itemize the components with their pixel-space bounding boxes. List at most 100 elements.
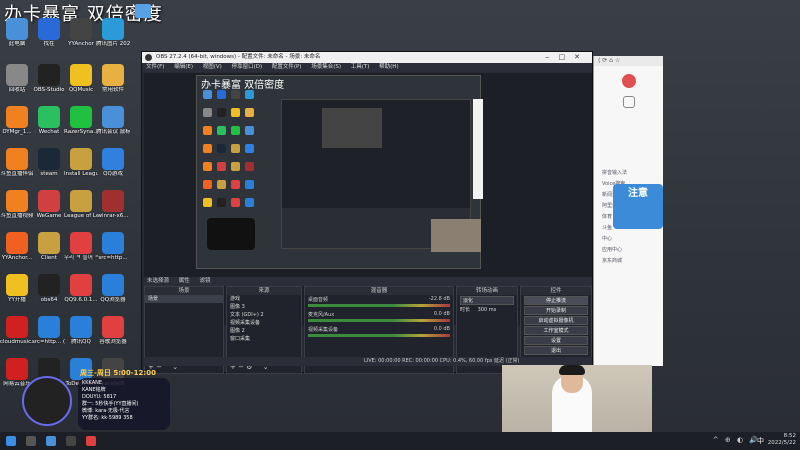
desktop-icon-label: 腾讯会议 鼠标点击 bbox=[96, 129, 130, 135]
desktop-icon[interactable]: DYMgr_1... bbox=[0, 106, 34, 135]
nested-app-icon bbox=[203, 126, 212, 135]
menu-edit[interactable]: 编辑(E) bbox=[174, 64, 193, 70]
desktop-icon-label: YYAnchor bbox=[68, 41, 94, 47]
studio-mode-button[interactable]: 工作室模式 bbox=[524, 326, 588, 335]
nested-app-icon bbox=[217, 198, 226, 207]
source-item[interactable]: 游戏 bbox=[227, 295, 301, 303]
browser-menu-item[interactable]: 应用中心 bbox=[594, 245, 663, 256]
duration-input[interactable]: 300 ms bbox=[478, 307, 497, 313]
menu-scene-collection[interactable]: 场景集合(S) bbox=[311, 64, 341, 70]
desktop-icon[interactable]: 找茬 bbox=[32, 18, 66, 47]
clock[interactable]: 8:52 2022/5/22 bbox=[768, 433, 796, 447]
desktop-icon[interactable]: steam bbox=[32, 148, 66, 177]
menu-profile[interactable]: 配置文件(P) bbox=[272, 64, 302, 70]
properties-button[interactable]: 属性 bbox=[179, 278, 190, 284]
search-icon[interactable] bbox=[26, 436, 36, 446]
desktop-icon[interactable]: Install League... bbox=[64, 148, 98, 177]
desktop-icon[interactable]: cloudmusic... bbox=[0, 316, 34, 345]
browser-taskbar-icon[interactable] bbox=[86, 436, 96, 446]
desktop-icon[interactable]: src=http... (1) bbox=[32, 316, 66, 345]
desktop-icon[interactable]: 谷歌浏览器 bbox=[96, 316, 130, 345]
desktop-icon[interactable]: Client bbox=[32, 232, 66, 261]
menu-tools[interactable]: 工具(T) bbox=[351, 64, 370, 70]
filters-button[interactable]: 滤镜 bbox=[200, 278, 211, 284]
desktop-icon[interactable]: QQ9.6.0.1... bbox=[64, 274, 98, 303]
source-item[interactable]: 图像 3 bbox=[227, 303, 301, 311]
desktop-icon[interactable]: winrar-x6... bbox=[96, 190, 130, 219]
desktop-icon[interactable]: WeGame bbox=[32, 190, 66, 219]
desktop-icon[interactable]: 우리 ㅋ 들어 ㅋ bbox=[64, 232, 98, 261]
mixer-channel: 桌面音频 -22.8 dB bbox=[305, 295, 453, 310]
stop-streaming-button[interactable]: 停止推流 bbox=[524, 296, 588, 305]
taskbar: ^ ⊕ ◐ 🔊 中 8:52 2022/5/22 bbox=[0, 432, 800, 450]
desktop-icon-label: 腾讯QQ bbox=[71, 339, 91, 345]
desktop-icon-label: cloudmusic... bbox=[0, 339, 34, 345]
app-icon bbox=[6, 148, 28, 170]
desktop-icon-label: 回收站 bbox=[8, 87, 26, 93]
mixer-channel-db: 0.0 dB bbox=[433, 326, 450, 332]
volume-meter[interactable] bbox=[308, 319, 450, 322]
desktop-icon[interactable]: QQ浏览器 bbox=[96, 274, 130, 303]
desktop-icon[interactable]: 常用软件 bbox=[96, 64, 130, 93]
transition-select[interactable]: 淡化 bbox=[460, 296, 514, 305]
desktop-icon[interactable]: 腾讯QQ bbox=[64, 316, 98, 345]
desktop-icon[interactable]: OBS-Studio bbox=[32, 64, 66, 93]
desktop-icon-label: 此电脑 bbox=[8, 41, 26, 47]
start-recording-button[interactable]: 开始录制 bbox=[524, 306, 588, 315]
volume-meter[interactable] bbox=[308, 334, 450, 337]
desktop-icon[interactable]: QQ游戏 bbox=[96, 148, 130, 177]
virtual-camera-button[interactable]: 启动虚拟摄像机 bbox=[524, 316, 588, 325]
file-explorer-icon[interactable] bbox=[46, 436, 56, 446]
desktop-icon[interactable]: YYAnchor bbox=[64, 18, 98, 47]
source-item[interactable]: 文本 (GDI+) 2 bbox=[227, 311, 301, 319]
transition-duration-row: 时长 300 ms bbox=[457, 306, 517, 314]
browser-menu-item[interactable]: 京东商城 bbox=[594, 256, 663, 267]
desktop-icon-label: 常用软件 bbox=[101, 87, 124, 93]
source-item[interactable]: 窗口采集 bbox=[227, 335, 301, 343]
tray-icons[interactable]: ^ ⊕ ◐ 🔊 bbox=[713, 436, 760, 444]
nested-app-icon bbox=[245, 108, 254, 117]
browser-menu-item[interactable]: 拼音输入法 bbox=[594, 168, 663, 179]
desktop-icon[interactable]: Wechat bbox=[32, 106, 66, 135]
obs-taskbar-icon[interactable] bbox=[66, 436, 76, 446]
desktop-icon-label: winrar-x6... bbox=[97, 213, 129, 219]
settings-button[interactable]: 设置 bbox=[524, 336, 588, 345]
desktop-icon[interactable]: 腾讯会议 鼠标点击 bbox=[96, 106, 130, 135]
desktop-icon[interactable]: src=http... bbox=[96, 232, 130, 261]
volume-meter[interactable] bbox=[308, 304, 450, 307]
menu-docks[interactable]: 停靠窗口(D) bbox=[232, 64, 263, 70]
menu-help[interactable]: 帮助(H) bbox=[379, 64, 398, 70]
ime-indicator[interactable]: 中 bbox=[757, 436, 764, 446]
desktop-icon[interactable]: 此电脑 bbox=[0, 18, 34, 47]
browser-menu-item[interactable]: 中心 bbox=[594, 234, 663, 245]
desktop-icon[interactable]: YY开播 bbox=[0, 274, 34, 303]
window-controls-icon[interactable]: ‒□✕ bbox=[545, 52, 589, 63]
overlay-schedule: 周三-周日 5:00-12:00 bbox=[80, 369, 156, 377]
assistant-badge[interactable]: 注意 bbox=[613, 184, 663, 229]
menu-view[interactable]: 视图(V) bbox=[203, 64, 222, 70]
desktop-icon[interactable]: obs64 bbox=[32, 274, 66, 303]
obs-window[interactable]: OBS 27.2.4 (64-bit, windows) - 配置文件: 未命名… bbox=[141, 51, 593, 374]
desktop-icon-label: obs64 bbox=[40, 297, 58, 303]
desktop-icon[interactable]: 斗鱼直播伴侣 bbox=[0, 148, 34, 177]
start-icon[interactable] bbox=[6, 436, 16, 446]
nested-app-icon bbox=[231, 90, 240, 99]
browser-nav-icons[interactable]: ⟨ ⟳ ⌂ ☆ bbox=[594, 56, 663, 66]
app-icon bbox=[38, 190, 60, 212]
profile-avatar[interactable] bbox=[621, 74, 636, 88]
desktop-icon[interactable]: QQMusic bbox=[64, 64, 98, 93]
exit-button[interactable]: 退出 bbox=[524, 346, 588, 355]
desktop-icon[interactable]: 斗鱼直播视频 bbox=[0, 190, 34, 219]
overlay-avatar bbox=[22, 376, 72, 426]
nested-app-icon bbox=[245, 198, 254, 207]
desktop-icon[interactable]: 回收站 bbox=[0, 64, 34, 93]
desktop-icon[interactable]: RazerSyna... bbox=[64, 106, 98, 135]
obs-titlebar[interactable]: OBS 27.2.4 (64-bit, windows) - 配置文件: 未命名… bbox=[142, 52, 592, 63]
scene-item[interactable]: 场景 bbox=[145, 295, 223, 303]
menu-file[interactable]: 文件(F) bbox=[146, 64, 164, 70]
desktop-icon[interactable]: 腾讯图片 2022051... bbox=[96, 18, 130, 47]
desktop-icon[interactable]: YYAnchor... bbox=[0, 232, 34, 261]
source-item[interactable]: 视频采集设备 bbox=[227, 319, 301, 327]
desktop-icon[interactable]: League of Legends bbox=[64, 190, 98, 219]
source-item[interactable]: 图像 2 bbox=[227, 327, 301, 335]
